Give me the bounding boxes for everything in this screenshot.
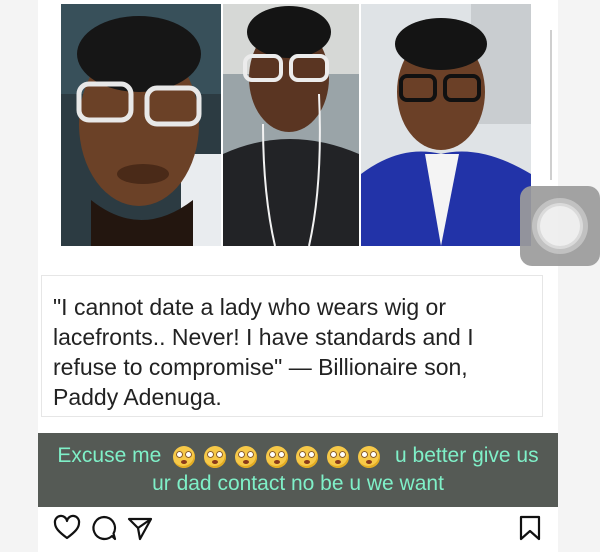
rolling-eyes-emoji-icon xyxy=(173,445,196,468)
heart-icon[interactable] xyxy=(53,514,81,542)
rolling-eyes-emoji-icon xyxy=(358,445,381,468)
caption-overlay: Excuse me u better give us ur dad contac… xyxy=(38,433,558,507)
caption-text-end: u better give us xyxy=(395,444,539,467)
photo-1 xyxy=(61,4,221,246)
rolling-eyes-emoji-icon xyxy=(296,445,319,468)
rolling-eyes-emoji-icon xyxy=(265,445,288,468)
emoji-row xyxy=(173,443,383,469)
rolling-eyes-emoji-icon xyxy=(234,445,257,468)
quote-text: "I cannot date a lady who wears wig or l… xyxy=(53,294,474,410)
quote-card: "I cannot date a lady who wears wig or l… xyxy=(41,275,543,417)
rolling-eyes-emoji-icon xyxy=(327,445,350,468)
caption-line-2: ur dad contact no be u we want xyxy=(152,472,444,495)
share-icon[interactable] xyxy=(126,514,154,542)
caption-text-start: Excuse me xyxy=(57,444,162,467)
caption-line-1: Excuse me u better give us xyxy=(38,443,558,469)
post-image-collage[interactable] xyxy=(61,4,531,246)
rolling-eyes-emoji-icon xyxy=(203,445,226,468)
comment-icon[interactable] xyxy=(90,514,118,542)
scroll-divider xyxy=(550,30,552,180)
assistive-touch-center xyxy=(540,206,580,246)
photo-3 xyxy=(361,4,531,246)
post-action-bar xyxy=(38,507,558,552)
photo-2 xyxy=(223,4,359,246)
assistive-touch-button[interactable] xyxy=(520,186,600,266)
bookmark-icon[interactable] xyxy=(516,514,544,542)
